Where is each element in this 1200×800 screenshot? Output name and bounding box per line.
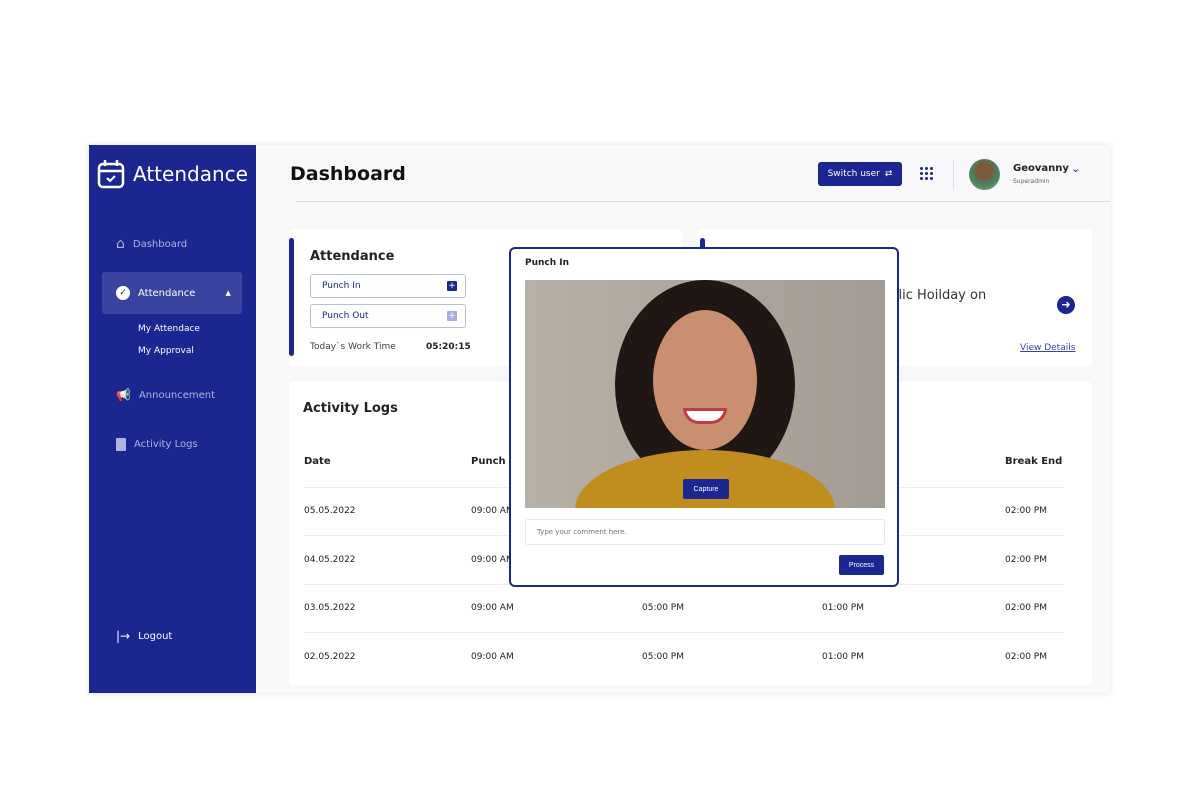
table-cell: 01:00 PM — [822, 632, 1005, 681]
modal-title: Punch In — [525, 258, 570, 268]
sidebar-item-label: Activity Logs — [134, 438, 198, 450]
home-icon: ⌂ — [116, 236, 125, 252]
view-details-link[interactable]: View Details — [1020, 343, 1075, 353]
sidebar-item-label: Dashboard — [132, 238, 188, 250]
table-cell: 01:00 PM — [822, 583, 1005, 633]
user-name[interactable]: Geovanny — [1013, 163, 1069, 174]
punch-out-button[interactable]: Punch Out + — [310, 304, 466, 328]
work-time-label: Today`s Work Time — [310, 342, 396, 352]
avatar[interactable] — [969, 159, 1000, 190]
table-cell: 05:00 PM — [642, 632, 822, 681]
megaphone-icon: 📢 — [116, 388, 131, 402]
switch-user-button[interactable]: Switch user ⇄ — [818, 162, 902, 186]
table-cell: 02:00 PM — [1005, 632, 1064, 681]
work-time-value: 05:20:15 — [426, 342, 471, 352]
capture-button[interactable]: Capture — [683, 479, 729, 499]
punch-in-label: Punch In — [322, 281, 361, 291]
sidebar-subitem-my-attendance[interactable]: My Attendace — [138, 324, 200, 334]
divider — [953, 159, 954, 189]
switch-user-label: Switch user — [827, 169, 880, 179]
logout-button[interactable]: |→ Logout — [102, 615, 242, 657]
table-cell: 05:00 PM — [642, 583, 822, 633]
punch-out-label: Punch Out — [322, 311, 369, 321]
sidebar-item-announcement[interactable]: 📢 Announcement — [102, 374, 242, 416]
arrow-right-icon[interactable]: ➜ — [1057, 296, 1075, 314]
table-cell: 02.05.2022 — [304, 632, 471, 681]
punch-in-modal: Punch In Capture Process — [509, 247, 899, 587]
attendance-title: Attendance — [310, 249, 395, 264]
col-date: Date — [304, 456, 331, 468]
swap-icon: ⇄ — [884, 169, 893, 179]
table-cell: 09:00 AM — [471, 632, 642, 681]
table-cell: 02:00 PM — [1005, 583, 1064, 633]
camera-preview: Capture — [525, 280, 885, 508]
sidebar-item-dashboard[interactable]: ⌂ Dashboard — [102, 223, 242, 265]
page-title: Dashboard — [290, 163, 406, 185]
sidebar: Attendance ⌂ Dashboard ✓ Attendance ▲ My At… — [89, 145, 256, 693]
plus-icon: + — [447, 311, 457, 321]
punch-in-button[interactable]: Punch In + — [310, 274, 466, 298]
table-cell: 09:00 AM — [471, 583, 642, 633]
brand-name: Attendance — [133, 162, 248, 186]
divider — [296, 201, 1110, 202]
table-cell: 05.05.2022 — [304, 486, 471, 536]
table-cell: 04.05.2022 — [304, 535, 471, 584]
report-icon — [116, 437, 126, 451]
table-row: 03.05.2022 09:00 AM 05:00 PM 01:00 PM 02:00 … — [304, 583, 1064, 633]
user-role: Superadmin — [1013, 178, 1050, 185]
sidebar-item-attendance[interactable]: ✓ Attendance ▲ — [102, 272, 242, 314]
sidebar-item-label: Attendance — [138, 287, 196, 299]
table-row: 02.05.2022 09:00 AM 05:00 PM 01:00 PM 02:00 … — [304, 632, 1064, 681]
activity-title: Activity Logs — [303, 401, 398, 416]
col-break-end: Break End — [1005, 456, 1063, 468]
apps-grid-icon[interactable] — [920, 167, 934, 181]
calendar-check-icon — [97, 160, 125, 189]
table-cell: 02:00 PM — [1005, 535, 1064, 584]
sidebar-item-activity-logs[interactable]: Activity Logs — [102, 423, 242, 465]
logout-label: Logout — [138, 630, 173, 642]
sidebar-subitem-my-approval[interactable]: My Approval — [138, 346, 194, 356]
check-circle-icon: ✓ — [116, 286, 130, 300]
comment-input[interactable] — [525, 519, 885, 545]
photo-face — [653, 310, 757, 450]
process-button[interactable]: Process — [839, 555, 884, 575]
logout-icon: |→ — [116, 629, 131, 643]
brand: Attendance — [97, 159, 248, 189]
sidebar-item-label: Announcement — [138, 389, 216, 401]
plus-icon: + — [447, 281, 457, 291]
table-cell: 02:00 PM — [1005, 486, 1064, 536]
chevron-down-icon[interactable]: ⌄ — [1071, 162, 1080, 175]
table-cell: 03.05.2022 — [304, 583, 471, 633]
caret-up-icon: ▲ — [225, 289, 231, 297]
accent-bar — [289, 238, 294, 356]
